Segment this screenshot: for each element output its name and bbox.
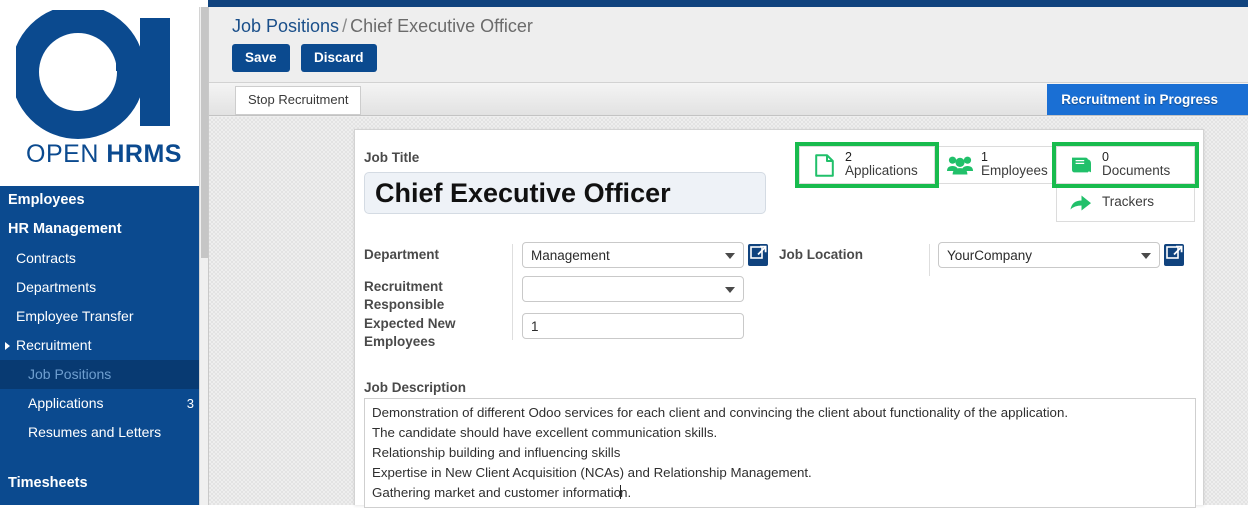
brand-name-hrms: HRMS [106, 140, 182, 168]
sidebar-scrollbar-thumb[interactable] [201, 0, 208, 258]
job-description-line: Demonstration of different Odoo services… [372, 405, 1069, 420]
sidebar-section-hr-management[interactable]: HR Management [0, 215, 208, 244]
expected-new-employees-label-line2: Employees [364, 334, 436, 349]
breadcrumb-separator: / [342, 16, 348, 36]
sidebar-item-job-positions[interactable]: Job Positions [0, 360, 208, 389]
recruitment-responsible-label-line1: Recruitment [364, 279, 443, 294]
sidebar-item-label: Recruitment [16, 337, 92, 353]
stat-label-employees: Employees [981, 163, 1048, 179]
stat-label-documents: Documents [1102, 163, 1171, 179]
job-location-select[interactable] [938, 242, 1160, 268]
brand-logo-box[interactable]: OPEN HRMS [0, 0, 208, 186]
form-sheet: 2 Applications 1 Employees 0 Documents T… [354, 129, 1204, 508]
document-outline-icon [809, 152, 839, 178]
job-description-line: Coordinating with the sales and support … [372, 503, 1189, 507]
sidebar-item-label: Applications [28, 395, 104, 411]
job-description-line: Gathering market and customer informatio… [372, 483, 1189, 503]
button-bar: Stop Recruitment Recruitment in Progress [209, 82, 1248, 116]
brand-wordmark: OPEN HRMS [0, 140, 208, 169]
expected-new-employees-label-line1: Expected New [364, 316, 456, 331]
recruitment-responsible-label-line2: Responsible [364, 297, 445, 312]
book-icon [1066, 152, 1096, 178]
breadcrumb-parent-link[interactable]: Job Positions [232, 16, 339, 36]
expected-new-employees-input[interactable] [522, 313, 744, 339]
open-hrms-key-logo-icon [16, 10, 170, 139]
sidebar-menu: Employees HR Management Contracts Departmen… [0, 186, 208, 505]
external-link-icon-location [1164, 244, 1184, 266]
department-select[interactable] [522, 242, 744, 268]
stat-button-box: 2 Applications 1 Employees 0 Documents T… [795, 142, 1199, 222]
sidebar-section-timesheets[interactable]: Timesheets [0, 469, 208, 498]
control-panel: Job Positions / Chief Executive Officer Sa… [209, 7, 1248, 82]
sidebar-item-contracts[interactable]: Contracts [0, 244, 208, 273]
sidebar-badge-applications: 3 [186, 396, 194, 411]
stat-label-applications: Applications [845, 163, 918, 179]
job-title-label: Job Title [364, 150, 420, 165]
stat-button-applications[interactable]: 2 Applications [799, 146, 935, 184]
sidebar: OPEN HRMS Employees HR Management Contract… [0, 0, 208, 505]
sidebar-item-label: Employee Transfer [16, 308, 134, 324]
job-location-label: Job Location [779, 247, 863, 262]
job-description-line: The candidate should have excellent comm… [372, 425, 718, 440]
job-title-input[interactable] [364, 172, 766, 214]
sidebar-item-label: Departments [16, 279, 97, 295]
sidebar-item-label: Contracts [16, 250, 76, 266]
job-description-caret-text-before: Gathering market and customer informatio [372, 485, 622, 500]
discard-button[interactable]: Discard [300, 44, 377, 72]
department-label: Department [364, 247, 440, 262]
sidebar-item-my-timesheet[interactable]: My Timesheet [0, 498, 208, 505]
external-link-icon [748, 244, 768, 266]
brand-name-open: OPEN [26, 140, 99, 168]
stat-label-trackers: Trackers [1102, 194, 1155, 210]
stat-button-documents[interactable]: 0 Documents [1056, 146, 1195, 184]
stat-button-trackers[interactable]: Trackers [1056, 184, 1195, 222]
department-internal-link-button[interactable] [747, 242, 770, 268]
job-description-line: Expertise in New Client Acquisition (NCA… [372, 465, 812, 480]
job-description-caret-text-after: n. [620, 485, 632, 500]
sidebar-item-label: Job Positions [28, 366, 112, 382]
breadcrumb-current: Chief Executive Officer [350, 16, 533, 36]
people-group-icon [945, 152, 975, 178]
sidebar-section-employees[interactable]: Employees [0, 186, 208, 215]
sidebar-item-applications[interactable]: Applications 3 [0, 389, 208, 418]
sidebar-item-recruitment[interactable]: Recruitment [0, 331, 208, 360]
stop-recruitment-button[interactable]: Stop Recruitment [235, 86, 362, 115]
save-button[interactable]: Save [232, 44, 290, 72]
top-navy-strip [0, 0, 1248, 7]
main-content-area: Job Positions / Chief Executive Officer Sa… [208, 0, 1248, 508]
status-bar: Recruitment in Progress [1047, 84, 1248, 115]
top-strip-logo-gap [0, 0, 208, 7]
form-action-buttons: Save Discard [232, 44, 384, 72]
recruitment-responsible-select[interactable] [522, 276, 744, 302]
breadcrumb: Job Positions / Chief Executive Officer [232, 15, 533, 37]
sidebar-scrollbar[interactable] [199, 0, 208, 505]
sidebar-item-resumes-and-letters[interactable]: Resumes and Letters [0, 418, 208, 447]
sidebar-item-employee-transfer[interactable]: Employee Transfer [0, 302, 208, 331]
job-description-editor[interactable]: Demonstration of different Odoo services… [364, 398, 1196, 508]
status-badge-recruitment-in-progress[interactable]: Recruitment in Progress [1047, 84, 1248, 115]
job-description-label: Job Description [364, 380, 467, 395]
sidebar-item-departments[interactable]: Departments [0, 273, 208, 302]
field-separator-right [929, 244, 930, 276]
stat-button-employees[interactable]: 1 Employees [935, 146, 1056, 184]
job-description-line: Relationship building and influencing sk… [372, 445, 621, 460]
job-location-internal-link-button[interactable] [1163, 242, 1186, 268]
share-arrow-icon [1066, 190, 1096, 216]
sidebar-item-label: Resumes and Letters [28, 424, 162, 440]
